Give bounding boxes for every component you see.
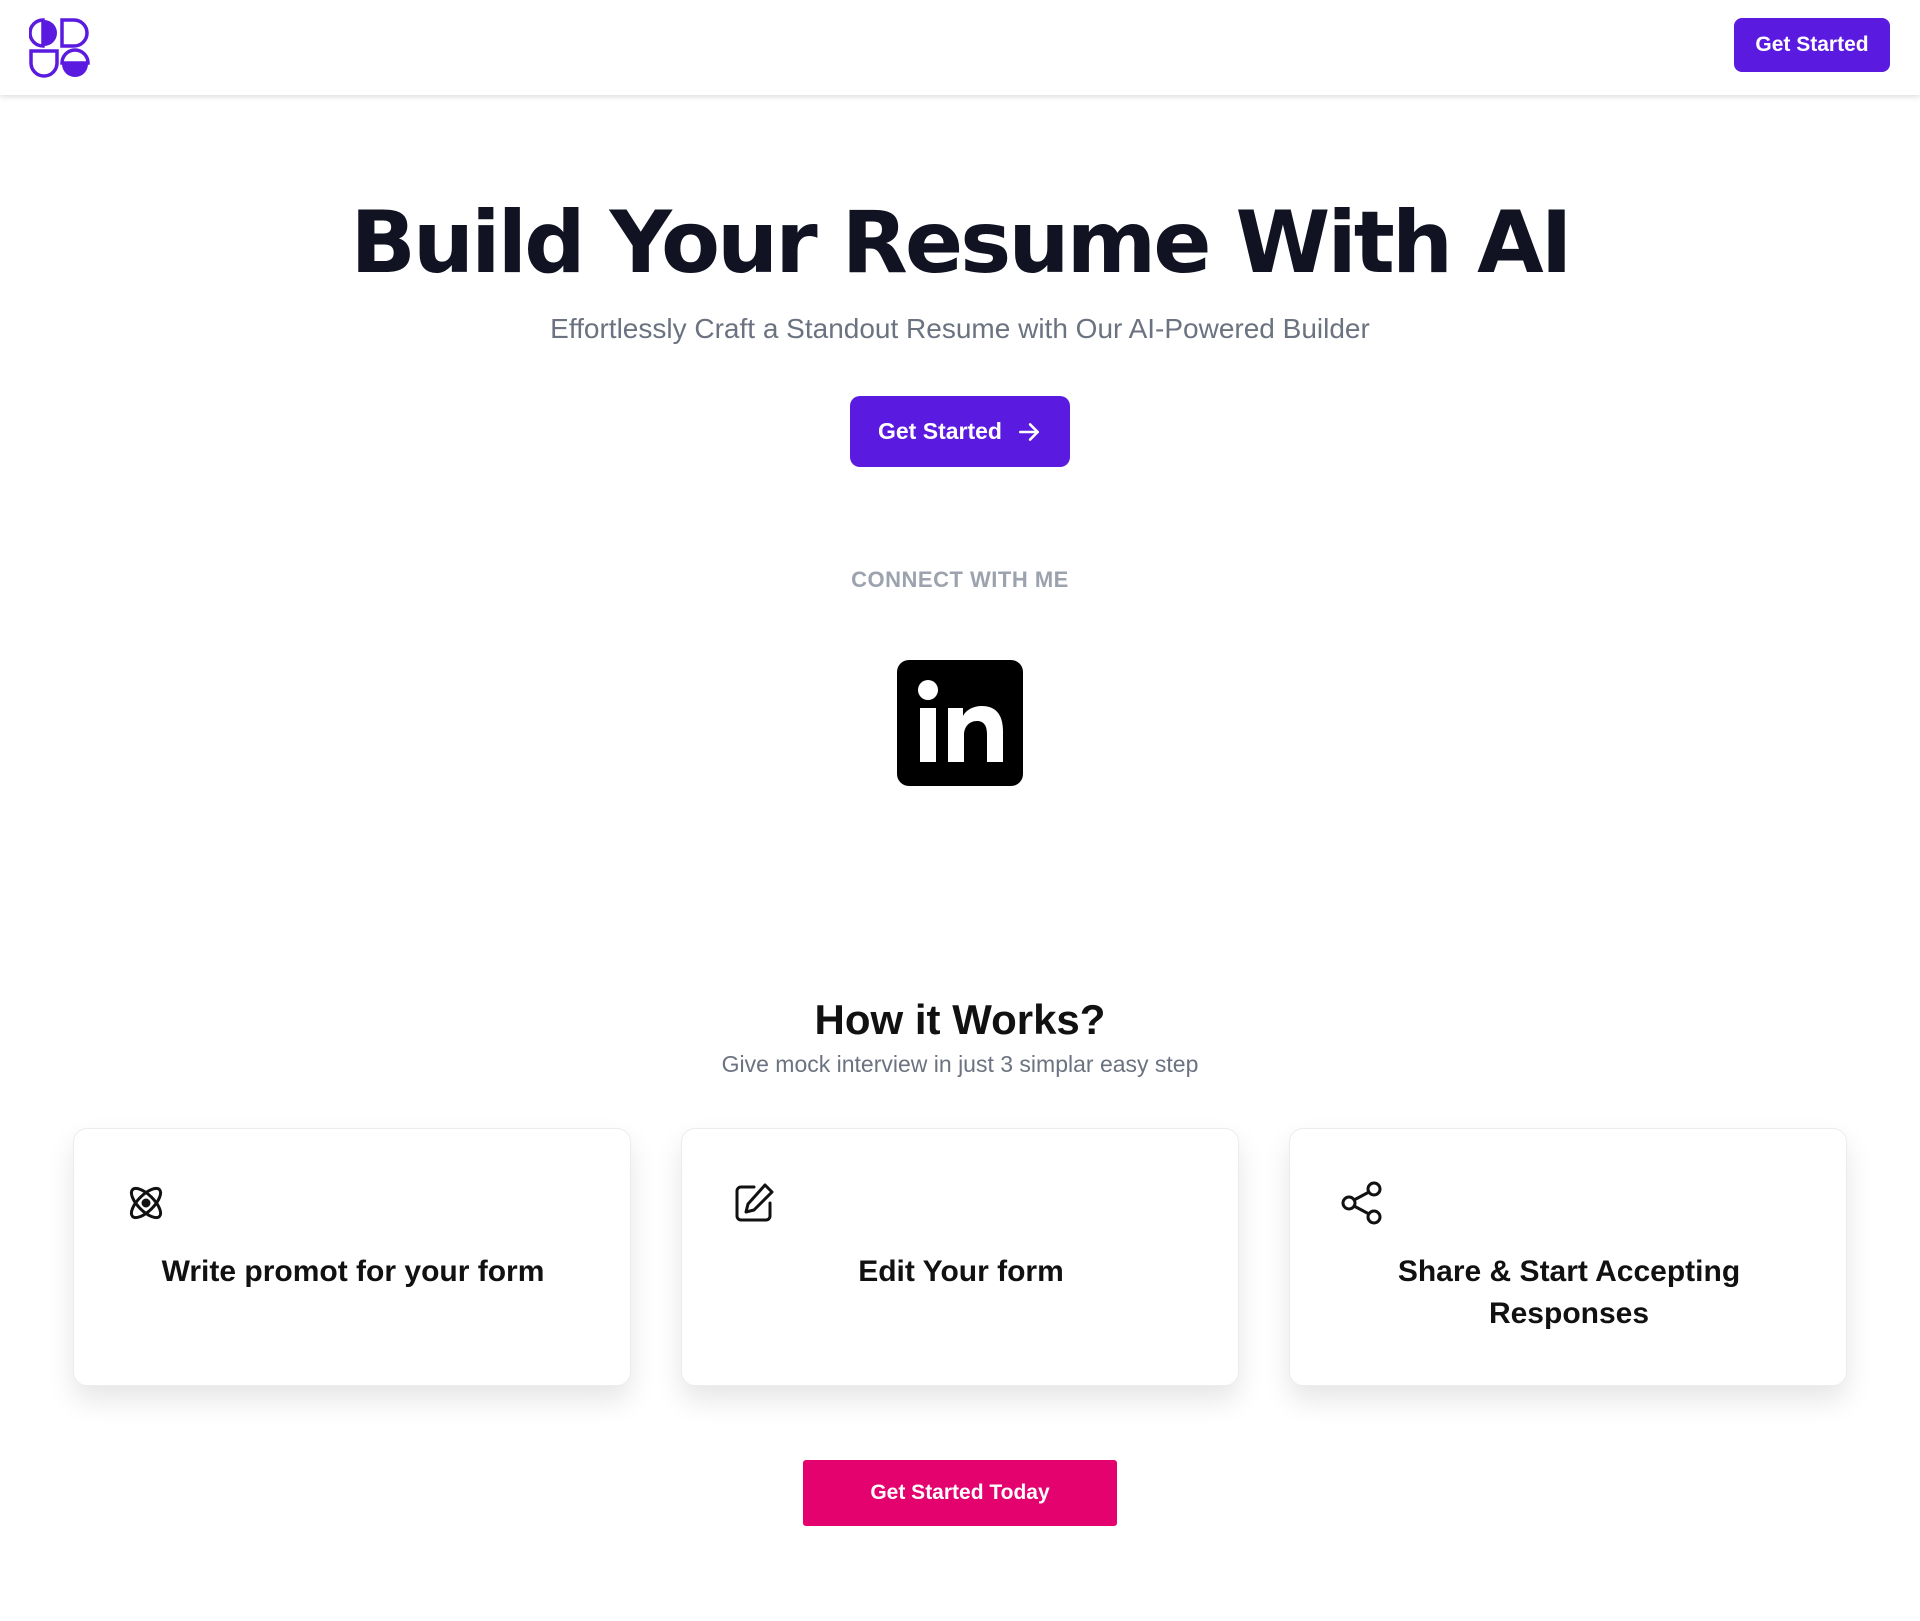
how-it-works-subtitle: Give mock interview in just 3 simplar ea… (721, 1051, 1199, 1077)
step-card-title: Write promot for your form (161, 1255, 545, 1288)
step-card-edit: Edit Your form (681, 1128, 1239, 1386)
brand-logo-icon[interactable] (28, 18, 90, 78)
how-it-works-title: How it Works? (814, 996, 1106, 1043)
share-icon (1341, 1181, 1382, 1225)
header-get-started-button[interactable]: Get Started (1734, 18, 1890, 72)
step-card-prompt: Write promot for your form (73, 1128, 631, 1386)
get-started-today-button[interactable]: Get Started Today (803, 1460, 1117, 1526)
hero-get-started-button[interactable]: Get Started (850, 396, 1070, 467)
atom-icon (129, 1186, 163, 1220)
edit-icon (735, 1183, 774, 1222)
step-card-title: Share & Start Accepting Responses (1397, 1255, 1741, 1330)
linkedin-icon[interactable] (897, 660, 1023, 786)
step-card-title: Edit Your form (858, 1255, 1064, 1288)
hero-cta-label: Get Started (878, 418, 1002, 444)
arrow-right-icon (1019, 422, 1039, 441)
hero-title: Build Your Resume With AI (350, 193, 1572, 293)
step-card-share: Share & Start Accepting Responses (1289, 1128, 1847, 1386)
site-header: Get Started (0, 0, 1920, 95)
connect-label: CONNECT WITH ME (851, 567, 1069, 592)
hero-subtitle: Effortlessly Craft a Standout Resume wit… (550, 313, 1370, 344)
